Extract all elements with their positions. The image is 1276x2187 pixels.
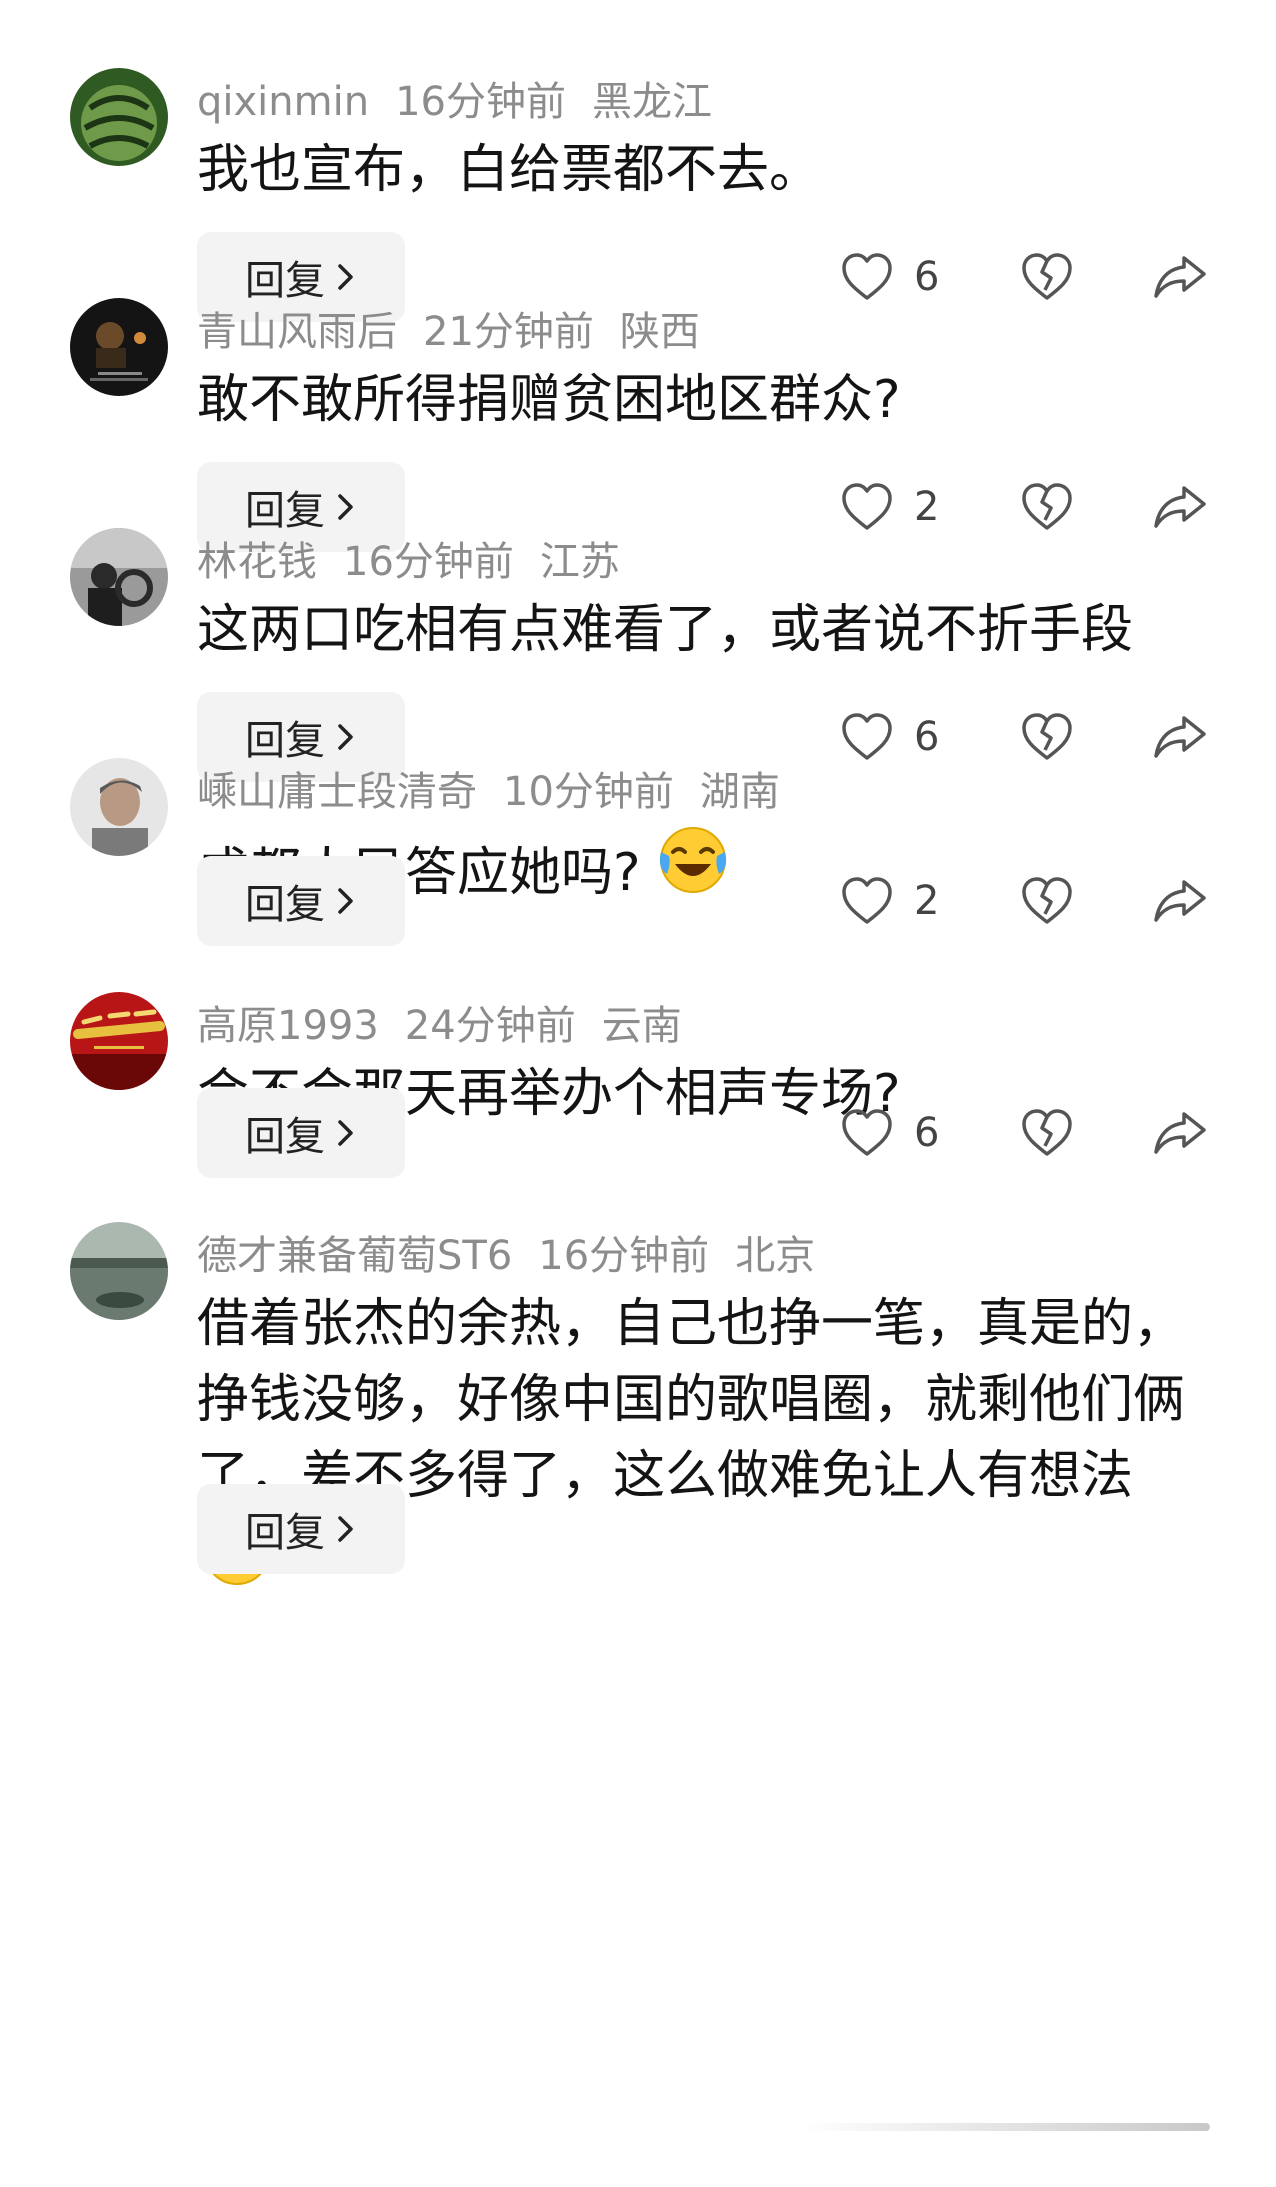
- timestamp: 16分钟前: [538, 1233, 710, 1279]
- share-icon: [1154, 486, 1206, 528]
- dislike-button[interactable]: [1020, 232, 1074, 322]
- share-button[interactable]: [1152, 856, 1208, 946]
- share-button[interactable]: [1152, 1088, 1208, 1178]
- timestamp: 16分钟前: [343, 539, 514, 585]
- avatar[interactable]: [70, 1222, 168, 1320]
- comment-meta: 高原1993 24分钟前 云南: [197, 1000, 708, 1052]
- like-button[interactable]: 2: [840, 856, 939, 946]
- broken-heart-icon: [1022, 253, 1072, 300]
- like-count: 2: [914, 484, 940, 530]
- like-count: 6: [914, 254, 940, 300]
- broken-heart-icon: [1022, 713, 1072, 760]
- share-icon: [1154, 716, 1206, 758]
- like-count: 6: [914, 1110, 940, 1156]
- location: 陕西: [619, 309, 700, 355]
- location: 湖南: [699, 769, 780, 815]
- location: 云南: [601, 1003, 682, 1049]
- comment-text: 这两口吃相有点难看了，或者说不折手段: [197, 592, 1207, 668]
- scroll-divider: [800, 2123, 1210, 2131]
- share-icon: [1154, 880, 1206, 922]
- username[interactable]: qixinmin: [197, 79, 369, 125]
- location: 北京: [735, 1233, 816, 1279]
- broken-heart-icon: [1022, 877, 1072, 924]
- broken-heart-icon: [1022, 483, 1072, 530]
- share-icon: [1154, 256, 1206, 298]
- location: 江苏: [539, 539, 620, 585]
- like-button[interactable]: 6: [840, 232, 939, 322]
- avatar[interactable]: [70, 298, 168, 396]
- comment-actions: 2: [0, 856, 1276, 946]
- share-button[interactable]: [1152, 462, 1208, 552]
- comment-body: 这两口吃相有点难看了，或者说不折手段: [197, 600, 1134, 660]
- username[interactable]: 林花钱: [197, 539, 317, 585]
- like-button[interactable]: 6: [840, 692, 939, 782]
- like-button[interactable]: 2: [840, 462, 939, 552]
- timestamp: 24分钟前: [404, 1003, 576, 1049]
- heart-icon: [842, 877, 892, 924]
- avatar[interactable]: [70, 992, 168, 1090]
- comment-body: 我也宣布，白给票都不去。: [197, 140, 822, 200]
- broken-heart-icon: [1022, 1109, 1072, 1156]
- username[interactable]: 嵊山庸士段清奇: [197, 769, 477, 815]
- username[interactable]: 高原1993: [197, 1003, 379, 1049]
- location: 黑龙江: [591, 79, 712, 125]
- avatar[interactable]: [70, 528, 168, 626]
- comment-meta: qixinmin 16分钟前 黑龙江: [197, 76, 738, 128]
- comment-body: 敢不敢所得捐赠贫困地区群众?: [197, 370, 901, 430]
- timestamp: 21分钟前: [423, 309, 594, 355]
- comment-meta: 林花钱 16分钟前 江苏: [197, 536, 646, 588]
- avatar[interactable]: [70, 68, 168, 166]
- heart-icon: [842, 253, 892, 300]
- comment-body: 借着张杰的余热，自己也挣一笔，真是的，挣钱没够，好像中国的歌唱圈，就剩他们俩了，…: [197, 1294, 1186, 1506]
- like-count: 2: [914, 878, 940, 924]
- share-button[interactable]: [1152, 232, 1208, 322]
- timestamp: 10分钟前: [503, 769, 674, 815]
- like-count: 6: [914, 714, 940, 760]
- timestamp: 16分钟前: [395, 79, 566, 125]
- share-icon: [1154, 1112, 1206, 1154]
- dislike-button[interactable]: [1020, 1088, 1074, 1178]
- heart-icon: [842, 713, 892, 760]
- comment-meta: 嵊山庸士段清奇 10分钟前 湖南: [197, 766, 806, 818]
- dislike-button[interactable]: [1020, 856, 1074, 946]
- comment-text: 敢不敢所得捐赠贫困地区群众?: [197, 362, 1207, 438]
- chevron-right-icon: [338, 1516, 353, 1542]
- dislike-button[interactable]: [1020, 462, 1074, 552]
- heart-icon: [842, 1109, 892, 1156]
- like-button[interactable]: 6: [840, 1088, 939, 1178]
- comment-meta: 青山风雨后 21分钟前 陕西: [197, 306, 726, 358]
- share-button[interactable]: [1152, 692, 1208, 782]
- heart-icon: [842, 483, 892, 530]
- comment-text: 我也宣布，白给票都不去。: [197, 132, 1207, 208]
- reply-button[interactable]: 回复: [197, 1484, 405, 1574]
- username[interactable]: 德才兼备葡萄ST6: [197, 1233, 512, 1279]
- reply-label: 回复: [245, 1510, 325, 1556]
- comment-meta: 德才兼备葡萄ST6 16分钟前 北京: [197, 1230, 841, 1282]
- comment-actions: 6: [0, 1088, 1276, 1178]
- avatar[interactable]: [70, 758, 168, 856]
- dislike-button[interactable]: [1020, 692, 1074, 782]
- username[interactable]: 青山风雨后: [197, 309, 397, 355]
